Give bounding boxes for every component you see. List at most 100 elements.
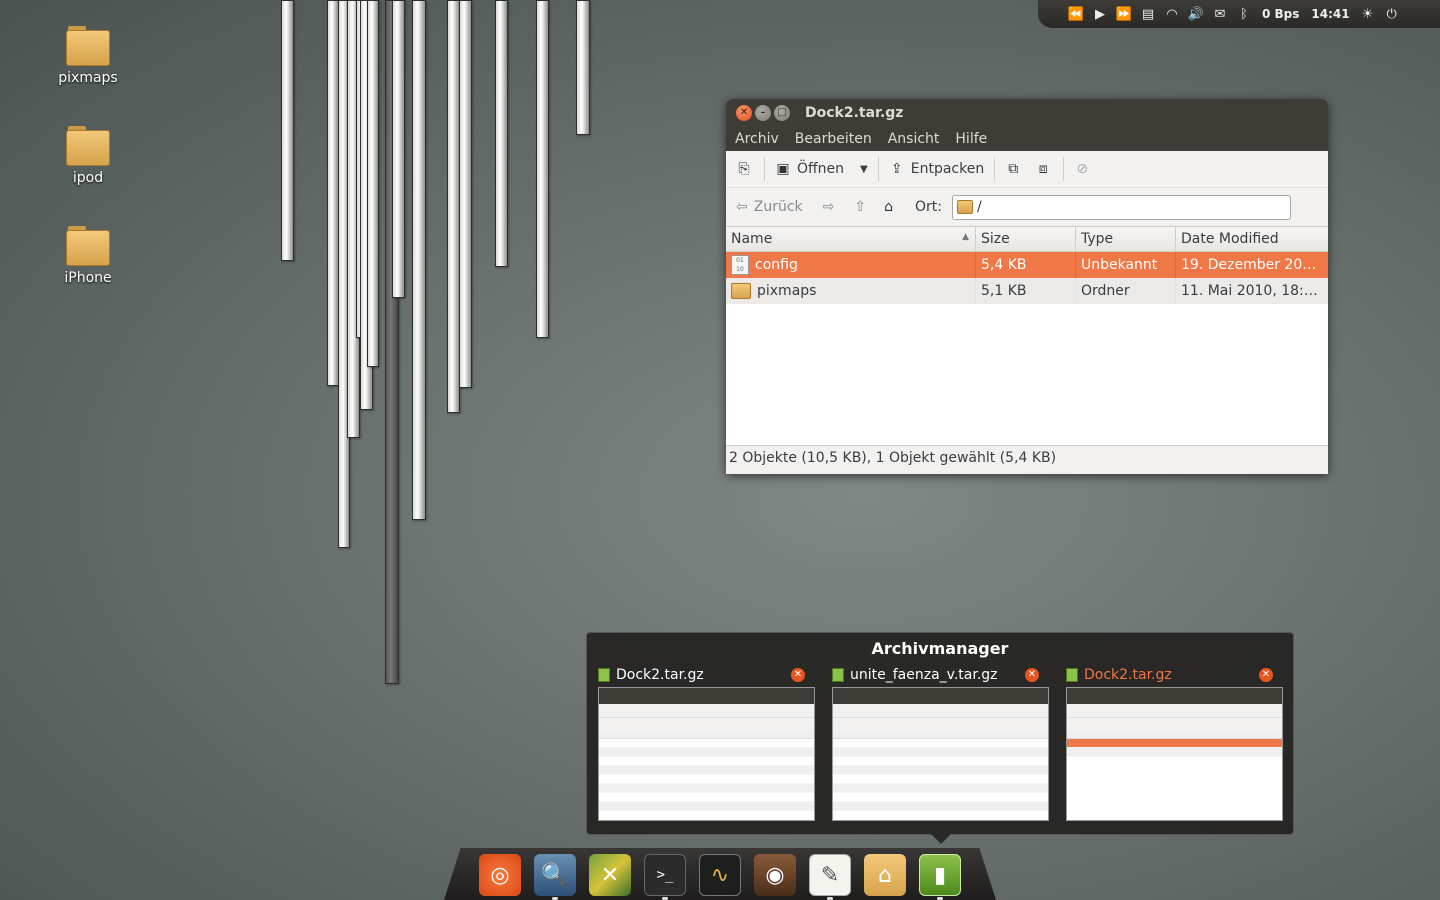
notes-icon[interactable]: ▤ — [1136, 7, 1160, 22]
menu-archiv[interactable]: Archiv — [726, 131, 787, 147]
column-date-label: Date Modified — [1181, 231, 1279, 247]
preview-thumbnail — [1066, 687, 1283, 821]
sort-ascending-icon: ▲ — [962, 232, 969, 242]
preview-thumbnail — [832, 687, 1049, 821]
wallpaper-bar — [576, 0, 590, 135]
switcher-title: Archivmanager — [871, 639, 1009, 658]
fast-forward-icon[interactable]: ⏩ — [1112, 7, 1136, 22]
add-folder-button[interactable]: ⧈ — [1033, 159, 1053, 179]
folder-icon — [731, 283, 751, 299]
system-monitor-icon[interactable]: ∿ — [699, 854, 741, 896]
power-icon[interactable]: ⏻ — [1380, 7, 1404, 22]
table-row[interactable]: 01 10 config 5,4 KB Unbekannt 19. Dezember… — [726, 252, 1328, 278]
wallpaper-bar — [536, 0, 549, 338]
archive-manager-icon[interactable]: ▮ — [919, 854, 961, 896]
extract-button[interactable]: ⇪ Entpacken — [887, 159, 984, 179]
titlebar[interactable]: ✕ – □ Dock2.tar.gz — [726, 99, 1328, 126]
volume-icon[interactable]: 🔊 — [1184, 7, 1208, 22]
menu-bearbeiten[interactable]: Bearbeiten — [787, 131, 880, 147]
desktop-icon-label: iPhone — [64, 270, 112, 286]
speaker-icon[interactable]: ◉ — [754, 854, 796, 896]
preview-title: Dock2.tar.gz — [616, 667, 704, 683]
home-folder-icon[interactable]: ⌂ — [864, 854, 906, 896]
new-archive-button[interactable]: ⎘ — [734, 159, 754, 179]
column-header-size[interactable]: Size — [976, 227, 1076, 251]
column-type-label: Type — [1081, 231, 1114, 247]
close-icon[interactable]: ✕ — [1259, 668, 1273, 682]
column-header-date[interactable]: Date Modified — [1176, 227, 1326, 251]
status-bar: 2 Objekte (10,5 KB), 1 Objekt gewählt (5… — [726, 445, 1328, 469]
ubuntu-icon[interactable]: ◎ — [479, 854, 521, 896]
file-type: Unbekannt — [1076, 252, 1176, 278]
close-icon[interactable]: ✕ — [1025, 668, 1039, 682]
extract-label: Entpacken — [910, 161, 985, 177]
desktop-icon-ipod[interactable]: ipod — [48, 126, 128, 186]
window-preview[interactable]: Dock2.tar.gz ✕ — [587, 665, 815, 821]
folder-icon — [66, 26, 110, 66]
window-preview[interactable]: unite_faenza_v.tar.gz ✕ — [821, 665, 1049, 821]
toolbar-separator — [764, 157, 765, 181]
network-speed[interactable]: 0 Bps — [1262, 7, 1299, 21]
stop-button[interactable]: ⊘ — [1072, 159, 1092, 179]
desktop-icon-iphone[interactable]: iPhone — [48, 226, 128, 286]
location-input[interactable]: / — [951, 194, 1291, 220]
location-bar: ⇦ Zurück ⇨ ⇧ ⌂ Ort: / — [726, 188, 1328, 226]
preview-thumbnail — [598, 687, 815, 821]
preview-title: unite_faenza_v.tar.gz — [850, 667, 998, 683]
desktop-icon-pixmaps[interactable]: pixmaps — [48, 26, 128, 86]
maximize-button[interactable]: □ — [774, 104, 790, 121]
image-viewer-icon[interactable]: 🔍 — [534, 854, 576, 896]
minimize-button[interactable]: – — [755, 104, 771, 121]
wallpaper-bar — [459, 0, 472, 388]
up-arrow-icon[interactable]: ⇧ — [854, 199, 866, 215]
rewind-icon[interactable]: ⏪ — [1064, 7, 1088, 22]
home-icon[interactable]: ⌂ — [884, 199, 893, 215]
file-list: Name ▲ Size Type Date Modified 01 10 config… — [726, 226, 1328, 445]
chevron-down-icon[interactable]: ▼ — [860, 164, 868, 175]
toolbar-separator — [1063, 157, 1065, 181]
archive-icon — [832, 668, 844, 682]
toolbar-separator — [877, 157, 879, 181]
location-path: / — [976, 199, 982, 215]
window-preview[interactable]: Dock2.tar.gz ✕ — [1055, 665, 1283, 821]
text-editor-icon[interactable]: ✎ — [809, 854, 851, 896]
close-button[interactable]: ✕ — [736, 104, 752, 121]
stop-icon: ⊘ — [1076, 161, 1089, 177]
menu-ansicht[interactable]: Ansicht — [880, 131, 948, 147]
column-name-label: Name — [731, 231, 773, 247]
column-size-label: Size — [981, 231, 1010, 247]
forward-arrow-icon[interactable]: ⇨ — [823, 199, 835, 215]
wallpaper-bar — [281, 0, 294, 261]
column-header-type[interactable]: Type — [1076, 227, 1176, 251]
wifi-icon[interactable]: ◠ — [1160, 7, 1184, 22]
terminal-icon[interactable]: >_ — [644, 854, 686, 896]
add-files-button[interactable]: ⧉ — [1003, 159, 1023, 179]
maps-icon[interactable]: ✕ — [589, 854, 631, 896]
back-label: Zurück — [753, 199, 803, 215]
window-title: Dock2.tar.gz — [805, 104, 904, 121]
new-archive-icon: ⎘ — [738, 161, 750, 177]
menu-hilfe[interactable]: Hilfe — [947, 131, 995, 147]
top-panel: ⏪ ▶ ⏩ ▤ ◠ 🔊 ✉ ᛒ 0 Bps 14:41 ☀ ⏻ — [1038, 0, 1440, 28]
close-icon[interactable]: ✕ — [791, 668, 805, 682]
play-icon[interactable]: ▶ — [1088, 7, 1112, 22]
switcher-pointer — [931, 834, 951, 844]
bluetooth-icon[interactable]: ᛒ — [1232, 7, 1256, 22]
table-row[interactable]: pixmaps 5,1 KB Ordner 11. Mai 2010, 18:1… — [726, 278, 1328, 304]
back-button[interactable]: ⇦ Zurück — [736, 199, 803, 215]
open-button[interactable]: ▣ Öffnen ▼ — [773, 159, 868, 179]
weather-icon[interactable]: ☀ — [1356, 7, 1380, 22]
wallpaper-bar — [412, 0, 426, 520]
archive-icon — [1066, 668, 1078, 682]
status-text: 2 Objekte (10,5 KB), 1 Objekt gewählt (5… — [729, 449, 1057, 466]
mail-icon[interactable]: ✉ — [1208, 7, 1232, 22]
menubar: Archiv Bearbeiten Ansicht Hilfe — [726, 126, 1328, 151]
folder-icon — [66, 226, 110, 266]
open-icon: ▣ — [776, 161, 790, 177]
column-header-name[interactable]: Name ▲ — [726, 227, 976, 251]
clock[interactable]: 14:41 — [1311, 7, 1349, 21]
file-size: 5,1 KB — [976, 278, 1076, 304]
file-type: Ordner — [1076, 278, 1176, 304]
file-name: config — [755, 257, 798, 273]
add-folder-icon: ⧈ — [1038, 161, 1048, 177]
